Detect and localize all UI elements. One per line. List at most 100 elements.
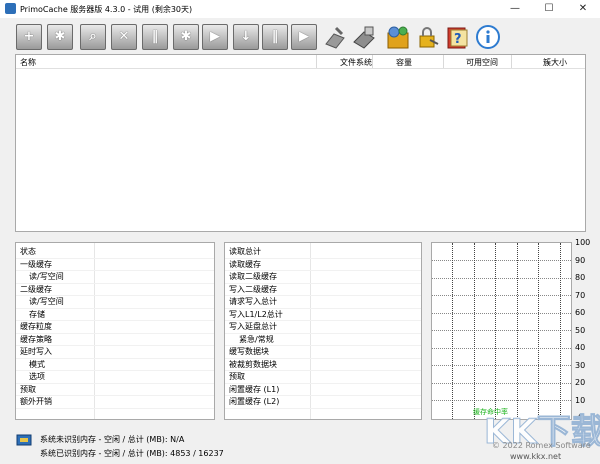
minimize-button[interactable]: — bbox=[498, 0, 532, 18]
stat-row: 选项 bbox=[16, 370, 214, 384]
flush-icon: ✱ bbox=[180, 29, 192, 44]
copyright-text: © 2022 Romex Software bbox=[492, 441, 591, 450]
stat-label: 存储 bbox=[29, 309, 45, 319]
stat-row: 额外开销 bbox=[16, 395, 214, 409]
stat-label: 缓存策略 bbox=[20, 334, 52, 344]
stat-row: 状态 bbox=[16, 245, 214, 259]
play-icon: ▶ bbox=[210, 29, 220, 44]
watermark-url: www.kkx.net bbox=[510, 452, 562, 461]
grid-line bbox=[474, 243, 475, 419]
column-capacity[interactable]: 容量 bbox=[396, 57, 412, 68]
pause-cache-button[interactable]: ‖ bbox=[142, 24, 168, 50]
search-button[interactable]: ⌕ bbox=[80, 24, 106, 50]
stat-row: 存储 bbox=[16, 308, 214, 321]
stat-label: 紧急/常规 bbox=[239, 334, 274, 344]
column-free-space[interactable]: 可用空间 bbox=[466, 57, 498, 68]
pause-icon: ‖ bbox=[151, 29, 159, 44]
grid-line bbox=[560, 243, 561, 419]
stat-label: 闲置缓存 (L2) bbox=[229, 397, 280, 406]
lock-key-icon bbox=[419, 27, 439, 48]
help-book-icon: ? bbox=[447, 27, 468, 49]
flush-cache-button[interactable]: ✱ bbox=[173, 24, 199, 50]
info-icon bbox=[476, 25, 500, 49]
grid-line bbox=[495, 243, 496, 419]
volume-list-header: 名称 文件系统 容量 可用空间 簇大小 bbox=[16, 55, 585, 69]
stat-row: 读/写空间 bbox=[16, 295, 214, 309]
pause-icon: ‖ bbox=[271, 29, 279, 44]
y-tick-label: 50 bbox=[575, 326, 586, 335]
status-recognized-memory: 系统已识别内存 - 空闲 / 总计 (MB): 4853 / 16237 bbox=[40, 449, 224, 458]
resume-cache-button[interactable]: ▶ bbox=[202, 24, 228, 50]
stat-row: 延时写入 bbox=[16, 345, 214, 359]
stat-row: 闲置缓存 (L1) bbox=[225, 383, 421, 396]
window-title: PrimoCache 服务器版 4.3.0 - 试用 (剩余30天) bbox=[20, 5, 193, 14]
y-tick-label: 20 bbox=[575, 378, 586, 387]
gear-box-icon bbox=[387, 26, 409, 49]
stat-row: 读取总计 bbox=[225, 245, 421, 259]
delete-cache-button[interactable]: ✕ bbox=[111, 24, 137, 50]
wrench-icon bbox=[325, 26, 345, 49]
stat-row: 闲置缓存 (L2) bbox=[225, 395, 421, 409]
cache-settings-button[interactable]: ✱ bbox=[47, 24, 73, 50]
stat-label: 二级缓存 bbox=[20, 284, 52, 294]
stat-row: 读/写空间 bbox=[16, 270, 214, 284]
export-button[interactable] bbox=[351, 24, 377, 50]
status-unrecognized-memory: 系统未识别内存 - 空闲 / 总计 (MB): N/A bbox=[40, 435, 185, 444]
stat-label: 一级缓存 bbox=[20, 259, 52, 269]
stat-row: 模式 bbox=[16, 358, 214, 371]
stat-label: 读取二级缓存 bbox=[229, 272, 277, 281]
tools-button[interactable] bbox=[322, 24, 348, 50]
y-tick-label: 100 bbox=[575, 238, 591, 247]
stat-row: 被裁剪数据块 bbox=[225, 358, 421, 371]
title-bar: PrimoCache 服务器版 4.3.0 - 试用 (剩余30天) — ☐ ✕ bbox=[0, 0, 600, 18]
grid-line bbox=[517, 243, 518, 419]
column-name[interactable]: 名称 bbox=[20, 57, 36, 68]
stat-label: 写入二级缓存 bbox=[229, 284, 277, 294]
stat-label: 额外开销 bbox=[20, 397, 52, 406]
stat-row: 写入延盘总计 bbox=[225, 320, 421, 334]
stat-row: 写入L1/L2总计 bbox=[225, 308, 421, 321]
stat-label: 读/写空间 bbox=[29, 297, 64, 306]
settings-icon: ✱ bbox=[54, 29, 66, 44]
stat-label: 选项 bbox=[29, 372, 45, 381]
stat-label: 读/写空间 bbox=[29, 272, 64, 281]
delete-icon: ✕ bbox=[118, 29, 130, 44]
stat-label: 预取 bbox=[20, 384, 36, 394]
add-icon: + bbox=[23, 29, 35, 44]
volume-list[interactable]: 名称 文件系统 容量 可用空间 簇大小 bbox=[15, 54, 586, 232]
stat-row: 写入二级缓存 bbox=[225, 283, 421, 296]
license-button[interactable] bbox=[414, 24, 440, 50]
stat-label: 写入L1/L2总计 bbox=[229, 309, 283, 319]
memory-chip-icon bbox=[16, 434, 32, 446]
stat-label: 被裁剪数据块 bbox=[229, 359, 277, 369]
cache-info-panel: 状态 一级缓存 读/写空间 二级缓存 读/写空间 存储 缓存粒度 缓存策略 延时… bbox=[15, 242, 215, 420]
pause-write-button[interactable]: ‖ bbox=[262, 24, 288, 50]
app-icon bbox=[5, 3, 16, 14]
y-tick-label: 60 bbox=[575, 308, 586, 317]
stat-row: 读取缓存 bbox=[225, 258, 421, 271]
column-divider bbox=[372, 55, 373, 68]
stat-label: 状态 bbox=[20, 247, 36, 256]
stat-label: 读取缓存 bbox=[229, 259, 261, 269]
resume-write-button[interactable]: ▶ bbox=[291, 24, 317, 50]
stat-label: 写入延盘总计 bbox=[229, 322, 277, 331]
options-button[interactable] bbox=[385, 24, 411, 50]
stat-row: 缓存粒度 bbox=[16, 320, 214, 334]
about-button[interactable] bbox=[475, 24, 501, 50]
column-block-size[interactable]: 簇大小 bbox=[543, 57, 567, 68]
close-button[interactable]: ✕ bbox=[566, 0, 600, 18]
stat-label: 读取总计 bbox=[229, 247, 261, 256]
help-button[interactable]: ? bbox=[445, 24, 471, 50]
stat-row: 二级缓存 bbox=[16, 283, 214, 296]
column-filesystem[interactable]: 文件系统 bbox=[340, 57, 372, 68]
maximize-button[interactable]: ☐ bbox=[532, 0, 566, 18]
y-tick-label: 90 bbox=[575, 256, 586, 265]
add-cache-button[interactable]: + bbox=[16, 24, 42, 50]
stat-label: 闲置缓存 (L1) bbox=[229, 384, 280, 394]
y-tick-label: 30 bbox=[575, 361, 586, 370]
column-divider bbox=[511, 55, 512, 68]
stat-label: 缓写数据块 bbox=[229, 347, 269, 356]
svg-text:?: ? bbox=[454, 32, 462, 47]
download-button[interactable]: ↓ bbox=[233, 24, 259, 50]
stat-label: 模式 bbox=[29, 359, 45, 369]
